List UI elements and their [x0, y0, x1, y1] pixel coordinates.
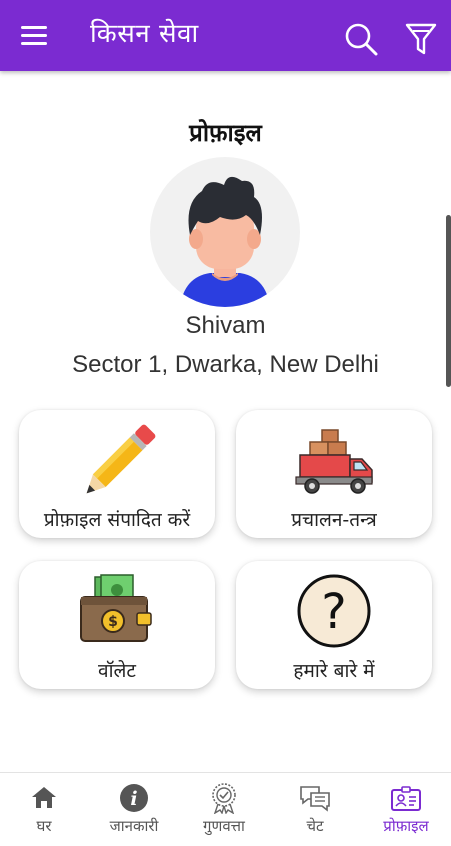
- pencil-icon: [86, 424, 156, 494]
- user-avatar-icon: [180, 176, 270, 307]
- bottom-nav: घर i जानकारी गुणवत्ता चेट प्रोफ़ाइल: [0, 772, 451, 846]
- user-name: Shivam: [185, 312, 266, 339]
- nav-home[interactable]: घर: [0, 773, 89, 846]
- card-label: प्रचालन-तन्त्र: [291, 509, 377, 531]
- svg-text:$: $: [108, 614, 118, 630]
- nav-chat[interactable]: चेट: [270, 773, 360, 846]
- logistics-card[interactable]: प्रचालन-तन्त्र: [236, 410, 432, 538]
- user-address: Sector 1, Dwarka, New Delhi: [72, 351, 379, 378]
- nav-profile[interactable]: प्रोफ़ाइल: [361, 773, 451, 846]
- scrollbar[interactable]: [446, 215, 451, 387]
- wallet-card[interactable]: $ वॉलेट: [19, 561, 215, 689]
- info-icon: i: [120, 784, 148, 812]
- svg-text:?: ?: [321, 584, 346, 640]
- about-us-card[interactable]: ? हमारे बारे में: [236, 561, 432, 689]
- card-label: प्रोफ़ाइल संपादित करें: [43, 509, 191, 531]
- quality-badge-icon: [212, 783, 236, 814]
- nav-label: जानकारी: [109, 817, 159, 835]
- chat-icon: [300, 786, 330, 812]
- card-label: वॉलेट: [98, 660, 136, 682]
- question-mark-icon: ?: [297, 574, 371, 648]
- app-title: किसन सेवा: [90, 19, 199, 49]
- home-icon: [32, 787, 56, 808]
- nav-label: चेट: [306, 817, 324, 835]
- wallet-icon: $: [80, 574, 152, 642]
- edit-profile-card[interactable]: प्रोफ़ाइल संपादित करें: [19, 410, 215, 538]
- app-bar: किसन सेवा: [0, 0, 451, 71]
- nav-quality[interactable]: गुणवत्ता: [179, 773, 269, 846]
- delivery-truck-icon: [295, 429, 373, 494]
- nav-label: गुणवत्ता: [203, 817, 245, 835]
- svg-text:i: i: [130, 788, 137, 810]
- nav-label: घर: [36, 817, 52, 835]
- profile-card-icon: [391, 786, 421, 811]
- search-icon[interactable]: [344, 22, 378, 56]
- nav-label: प्रोफ़ाइल: [383, 817, 429, 835]
- avatar: [150, 157, 300, 307]
- page-title: प्रोफ़ाइल: [189, 119, 262, 147]
- card-label: हमारे बारे में: [293, 660, 375, 682]
- filter-icon[interactable]: [405, 22, 437, 56]
- menu-icon[interactable]: [21, 26, 47, 46]
- nav-info[interactable]: i जानकारी: [89, 773, 179, 846]
